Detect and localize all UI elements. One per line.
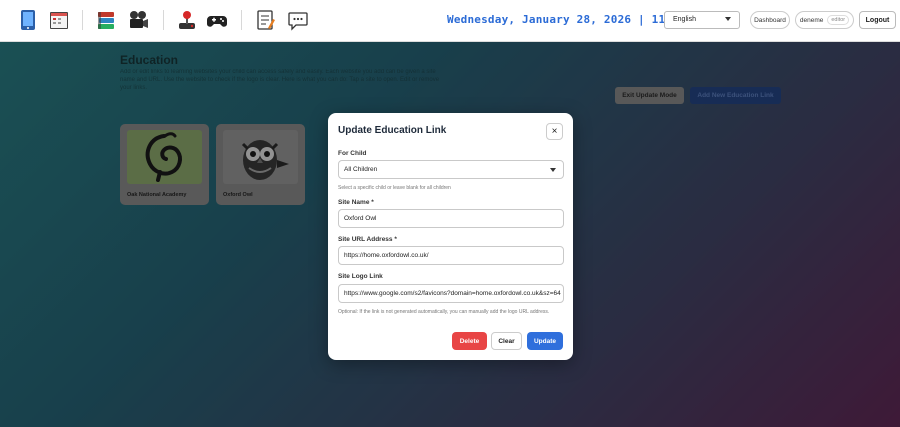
chevron-down-icon <box>725 17 731 21</box>
tablet-icon[interactable] <box>17 9 39 31</box>
update-button[interactable]: Update <box>527 332 563 350</box>
user-badge: deneme editor <box>795 11 854 29</box>
child-select[interactable]: All Children <box>338 160 564 179</box>
site-url-value: https://home.oxfordowl.co.uk/ <box>344 252 429 259</box>
delete-button[interactable]: Delete <box>452 332 487 350</box>
chevron-down-icon <box>550 168 556 172</box>
logo-link-value: https://www.google.com/s2/favicons?domai… <box>344 290 561 297</box>
close-button[interactable]: × <box>546 123 563 140</box>
update-label: Update <box>533 337 557 345</box>
top-bar: Wednesday, January 28, 2026 | 11:33:05 E… <box>0 0 900 42</box>
site-url-input[interactable]: https://home.oxfordowl.co.uk/ <box>338 246 564 265</box>
site-name-label: Site Name * <box>338 199 374 206</box>
icon-divider <box>241 10 242 30</box>
user-name: deneme <box>799 16 824 24</box>
film-camera-icon[interactable] <box>127 9 149 31</box>
update-education-link-modal: Update Education Link × For Child All Ch… <box>328 113 573 360</box>
dashboard-label: Dashboard <box>754 16 786 24</box>
language-select[interactable]: English <box>664 11 740 29</box>
icon-divider <box>82 10 83 30</box>
dashboard-button[interactable]: Dashboard <box>750 11 790 29</box>
logo-link-input[interactable]: https://www.google.com/s2/favicons?domai… <box>338 284 564 303</box>
language-select-value: English <box>673 16 696 23</box>
books-icon[interactable] <box>95 9 117 31</box>
child-select-value: All Children <box>344 166 378 173</box>
site-name-input[interactable]: Oxford Owl <box>338 209 564 228</box>
icon-divider <box>163 10 164 30</box>
delete-label: Delete <box>459 337 480 345</box>
user-role: editor <box>827 15 850 25</box>
gamepad-icon[interactable] <box>206 9 228 31</box>
logout-label: Logout <box>865 16 890 24</box>
clear-button[interactable]: Clear <box>491 332 522 350</box>
close-icon: × <box>551 126 558 137</box>
notepad-icon[interactable] <box>254 9 276 31</box>
site-url-label: Site URL Address * <box>338 236 397 243</box>
calendar-icon[interactable] <box>48 9 70 31</box>
site-name-value: Oxford Owl <box>344 215 377 222</box>
logout-button[interactable]: Logout <box>859 11 896 29</box>
child-label: For Child <box>338 150 367 157</box>
logo-link-label: Site Logo Link <box>338 273 383 280</box>
chat-icon[interactable] <box>287 9 309 31</box>
logo-help-text: Optional: If the link is not generated a… <box>338 309 550 315</box>
modal-title: Update Education Link <box>338 125 447 136</box>
clear-label: Clear <box>498 337 515 345</box>
child-help-text: Select a specific child or leave blank f… <box>338 185 451 191</box>
joystick-icon[interactable] <box>176 9 198 31</box>
